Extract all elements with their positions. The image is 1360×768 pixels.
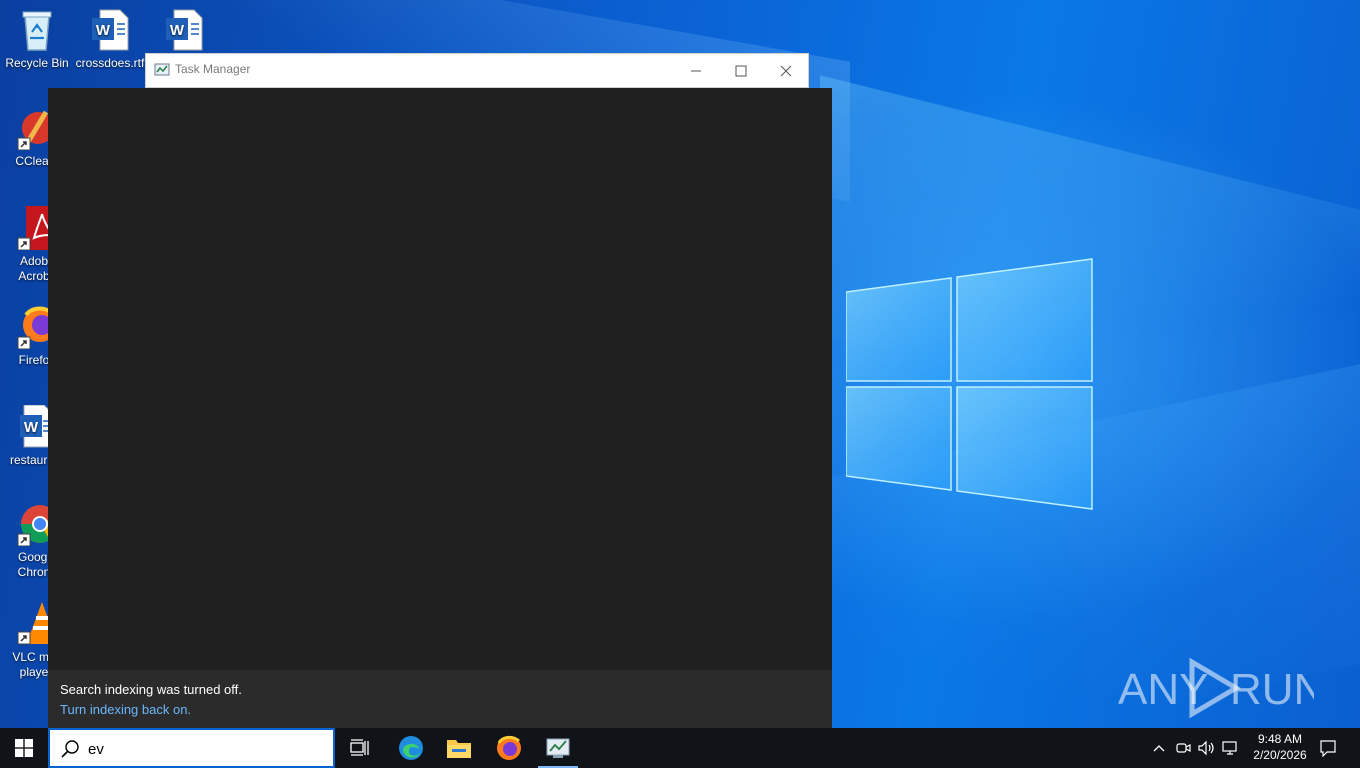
file-explorer-icon (447, 740, 471, 758)
show-hidden-icons-button[interactable] (1148, 728, 1170, 768)
desktop-icon-crossdoes[interactable]: W crossdoes.rtf (74, 8, 146, 71)
task-manager-icon (154, 63, 170, 76)
desktop-icon-label: crossdoes.rtf (75, 56, 145, 70)
word-document-icon: W (92, 9, 129, 51)
recycle-bin-icon (22, 11, 52, 51)
edge-icon (399, 736, 423, 760)
action-center-button[interactable] (1314, 728, 1342, 768)
svg-text:ANY: ANY (1118, 665, 1208, 714)
minimize-button[interactable] (673, 54, 718, 87)
taskbar-search-box[interactable] (48, 728, 335, 768)
window-title: Task Manager (175, 62, 251, 76)
svg-text:RUN: RUN (1230, 665, 1314, 714)
minimize-icon (690, 70, 701, 71)
indexing-off-message: Search indexing was turned off. (60, 682, 242, 697)
windows-logo-wallpaper (846, 258, 1093, 510)
taskbar-clock[interactable]: 9:48 AM 2/20/2026 (1244, 731, 1316, 763)
clock-date: 2/20/2026 (1253, 748, 1307, 762)
search-icon (61, 740, 79, 758)
task-view-button[interactable] (336, 728, 384, 768)
network-button[interactable] (1220, 728, 1242, 768)
maximize-icon (735, 65, 746, 76)
desktop-icon-recycle-bin[interactable]: Recycle Bin (1, 8, 73, 71)
volume-button[interactable] (1196, 728, 1218, 768)
search-input[interactable] (88, 738, 318, 760)
search-results-panel: Search indexing was turned off. Turn ind… (48, 88, 832, 728)
taskbar-task-manager[interactable] (534, 728, 582, 768)
taskbar-file-explorer[interactable] (435, 728, 483, 768)
svg-text:W: W (24, 419, 39, 436)
meet-now-icon (1176, 743, 1191, 753)
meet-now-button[interactable] (1172, 728, 1194, 768)
volume-icon (1198, 740, 1214, 756)
close-button[interactable] (763, 54, 808, 87)
search-indexing-notice: Search indexing was turned off. Turn ind… (48, 670, 832, 728)
firefox-icon (497, 735, 521, 760)
taskbar-firefox[interactable] (485, 728, 533, 768)
notification-icon (1320, 740, 1336, 757)
network-icon (1222, 741, 1237, 755)
turn-indexing-on-link[interactable]: Turn indexing back on. (60, 702, 191, 717)
svg-text:W: W (170, 22, 185, 39)
task-view-icon (350, 739, 369, 756)
close-icon (780, 65, 791, 76)
maximize-button[interactable] (718, 54, 763, 87)
start-button[interactable] (0, 728, 48, 768)
taskbar: 9:48 AM 2/20/2026 (0, 728, 1360, 768)
taskbar-edge[interactable] (387, 728, 435, 768)
windows-start-icon (15, 739, 33, 757)
chevron-up-icon (1153, 745, 1165, 752)
desktop-icon-document[interactable]: W (148, 8, 220, 56)
svg-text:W: W (96, 22, 111, 39)
clock-time: 9:48 AM (1257, 732, 1303, 746)
desktop-icon-label: Recycle Bin (5, 56, 69, 70)
anyrun-watermark: ANY RUN (1118, 657, 1314, 719)
word-document-icon: W (166, 9, 203, 51)
task-manager-icon (546, 738, 570, 758)
task-manager-window[interactable]: Task Manager (145, 53, 809, 88)
